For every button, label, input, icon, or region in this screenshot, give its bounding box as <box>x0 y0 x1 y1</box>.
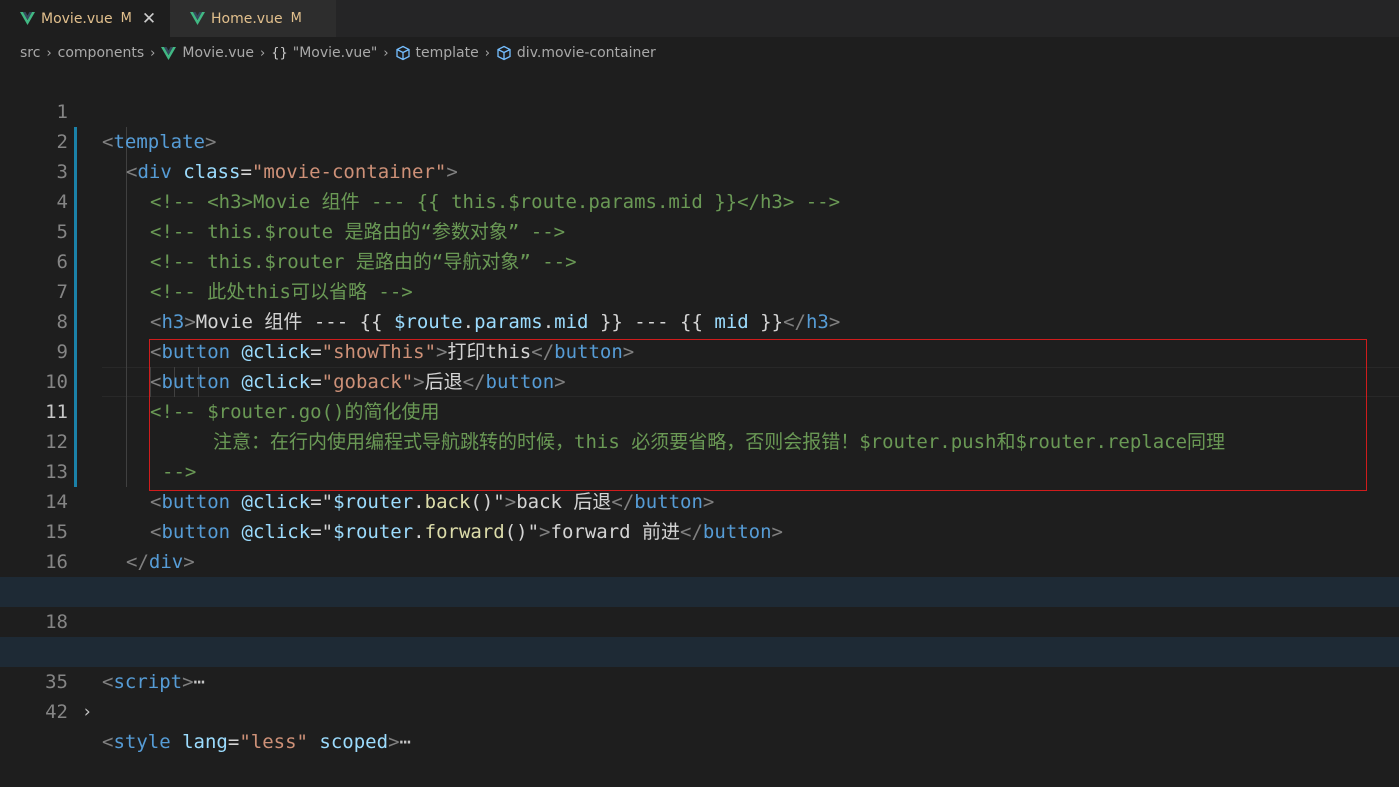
tag-name: style <box>113 731 171 753</box>
breadcrumb-file[interactable]: Movie.vue <box>161 45 254 61</box>
chevron-right-icon[interactable]: › <box>82 697 92 727</box>
breadcrumb-components[interactable]: components <box>58 45 145 61</box>
breadcrumb-src[interactable]: src <box>20 45 40 61</box>
breadcrumb-module-label: "Movie.vue" <box>292 45 378 61</box>
code-line: 42 <box>0 667 1399 723</box>
code-line-folded: 18 › <script>⋯ <box>0 577 1399 693</box>
attr-name: scoped <box>319 731 389 753</box>
breadcrumb: src › components › Movie.vue › {} "Movie… <box>0 37 1399 69</box>
tab-movie-vue[interactable]: Movie.vue M ✕ <box>0 0 170 37</box>
code-line-folded: 35 › <style lang="less" scoped>⋯ <box>0 637 1399 753</box>
close-icon[interactable]: ✕ <box>142 9 156 29</box>
modified-badge: M <box>120 11 132 26</box>
vue-file-icon <box>161 46 177 60</box>
breadcrumb-element-label: div.movie-container <box>516 45 656 61</box>
breadcrumb-module[interactable]: {} "Movie.vue" <box>271 45 377 61</box>
folded-ellipsis-icon[interactable]: ⋯ <box>400 731 411 753</box>
code-line: 5 <!-- this.$router 是路由的“导航对象” --> <box>0 187 1399 273</box>
code-line: 15 </div> <box>0 487 1399 573</box>
editor-tab-bar: Movie.vue M ✕ Home.vue M <box>0 0 1399 37</box>
breadcrumb-template[interactable]: template <box>395 45 479 61</box>
cube-icon <box>395 45 410 61</box>
code-line: 16 </template> <box>0 517 1399 603</box>
modified-badge: M <box>290 11 302 26</box>
chevron-right-icon: › <box>484 45 490 61</box>
vue-file-icon <box>20 12 35 25</box>
chevron-right-icon: › <box>260 45 266 61</box>
attr-name: lang <box>182 731 228 753</box>
code-line: 9 <button @click="goback">后退</button> <box>0 307 1399 393</box>
breadcrumb-template-label: template <box>415 45 479 61</box>
code-line: 2 <div class="movie-container"> <box>0 97 1399 183</box>
code-line: 8 <button @click="showThis">打印this</butt… <box>0 277 1399 363</box>
breadcrumb-element[interactable]: div.movie-container <box>496 45 656 61</box>
chevron-right-icon: › <box>150 45 156 61</box>
attr-value: "less" <box>239 731 308 753</box>
braces-icon: {} <box>271 45 288 61</box>
code-line: 1 <template> <box>0 67 1399 153</box>
tab-label: Movie.vue <box>41 10 113 27</box>
code-line: 34 <box>0 607 1399 663</box>
code-line: 6 <!-- 此处this可以省略 --> <box>0 217 1399 303</box>
highlight-annotation-box <box>149 339 1367 491</box>
chevron-right-icon: › <box>46 45 52 61</box>
breadcrumb-file-label: Movie.vue <box>182 45 255 61</box>
chevron-right-icon: › <box>383 45 389 61</box>
code-editor[interactable]: 1 <template> 2 <div class="movie-contain… <box>0 67 1399 753</box>
code-line: 17 <box>0 547 1399 603</box>
code-line: 7 <h3>Movie 组件 --- {{ $route.params.mid … <box>0 247 1399 333</box>
cube-icon <box>497 45 511 61</box>
line-number: 42 <box>45 701 68 723</box>
code-line: 3 <!-- <h3>Movie 组件 --- {{ this.$route.p… <box>0 127 1399 213</box>
vue-file-icon <box>190 12 205 25</box>
tab-home-vue[interactable]: Home.vue M <box>170 0 336 37</box>
tab-label: Home.vue <box>211 10 283 27</box>
code-line: 4 <!-- this.$route 是路由的“参数对象” --> <box>0 157 1399 243</box>
